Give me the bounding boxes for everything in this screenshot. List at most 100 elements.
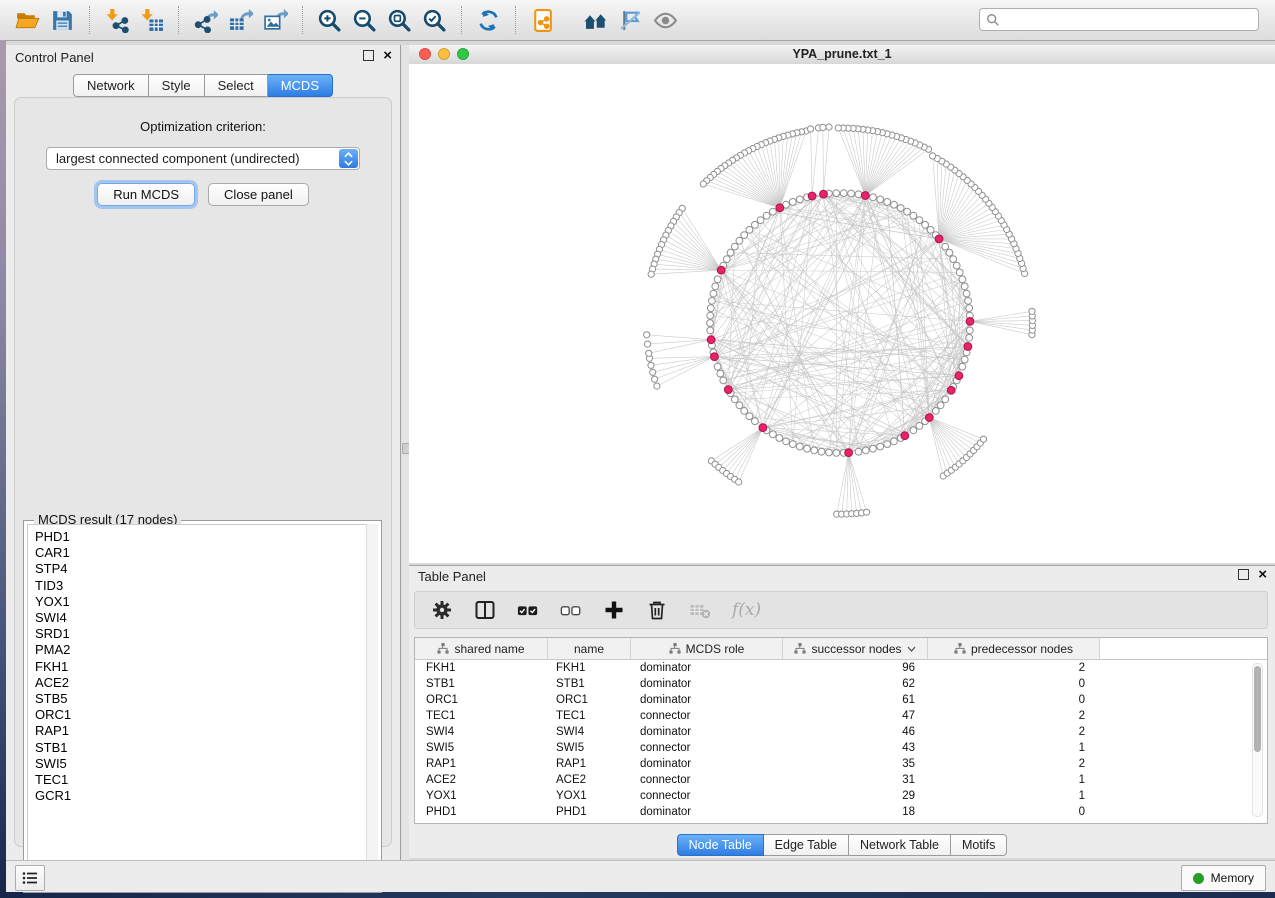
table-cell[interactable]: PHD1 [415, 806, 548, 818]
table-cell[interactable]: STB1 [415, 678, 548, 690]
table-cell[interactable]: 0 [928, 678, 1100, 690]
network-node[interactable] [707, 312, 714, 319]
table-cell[interactable]: SWI5 [548, 742, 631, 754]
table-cell[interactable]: 18 [783, 806, 928, 818]
column-header-successor-nodes[interactable]: successor nodes [783, 638, 928, 659]
table-cell[interactable]: 1 [928, 742, 1100, 754]
network-node[interactable] [752, 221, 759, 228]
mcds-hub-node[interactable] [820, 190, 828, 198]
close-panel-button[interactable]: Close panel [208, 183, 309, 206]
network-node[interactable] [877, 196, 884, 203]
network-node[interactable] [746, 413, 753, 420]
window-minimize-icon[interactable] [438, 48, 450, 60]
network-node[interactable] [714, 363, 721, 370]
network-node[interactable] [776, 435, 783, 442]
network-node[interactable] [763, 212, 770, 219]
table-cell[interactable]: 29 [783, 790, 928, 802]
table-cell[interactable]: YOX1 [548, 790, 631, 802]
network-node[interactable] [833, 190, 840, 197]
tab-select[interactable]: Select [205, 74, 268, 97]
network-node[interactable] [862, 447, 869, 454]
network-node[interactable] [723, 256, 730, 263]
network-node[interactable] [980, 436, 986, 442]
network-node[interactable] [709, 297, 716, 304]
network-node[interactable] [942, 396, 949, 403]
network-node[interactable] [864, 509, 870, 515]
tab-mcds[interactable]: MCDS [268, 74, 333, 97]
table-cell[interactable]: FKH1 [415, 662, 548, 674]
mcds-hub-node[interactable] [861, 192, 869, 200]
table-cell[interactable]: 2 [928, 726, 1100, 738]
network-node[interactable] [963, 290, 970, 297]
network-node[interactable] [811, 447, 818, 454]
network-node[interactable] [796, 443, 803, 450]
mcds-hub-node[interactable] [925, 414, 933, 422]
mcds-result-item[interactable]: STP4 [35, 561, 377, 577]
network-node[interactable] [646, 350, 652, 356]
table-cell[interactable]: PHD1 [548, 806, 631, 818]
network-node[interactable] [717, 370, 724, 377]
close-panel-icon[interactable]: × [383, 51, 392, 61]
mcds-hub-node[interactable] [808, 192, 816, 200]
panel-splitter[interactable] [401, 45, 409, 860]
table-row[interactable]: SWI5SWI5connector431 [415, 740, 1267, 756]
network-node[interactable] [950, 256, 957, 263]
network-node[interactable] [741, 408, 748, 415]
table-row[interactable]: PHD1PHD1dominator180 [415, 804, 1267, 820]
mcds-result-item[interactable]: TID3 [35, 578, 377, 594]
network-node[interactable] [897, 205, 904, 212]
network-node[interactable] [833, 450, 840, 457]
select-all-icon[interactable] [517, 599, 539, 621]
network-node[interactable] [848, 190, 855, 197]
search-field[interactable] [979, 8, 1259, 31]
network-node[interactable] [736, 402, 743, 409]
network-node[interactable] [965, 297, 972, 304]
mcds-hub-node[interactable] [717, 266, 725, 274]
memory-button[interactable]: Memory [1181, 865, 1266, 891]
float-panel-icon[interactable] [1238, 569, 1249, 580]
table-row[interactable]: FKH1FKH1dominator962 [415, 660, 1267, 676]
network-node[interactable] [770, 431, 777, 438]
first-neighbors-icon[interactable] [582, 7, 609, 34]
network-node[interactable] [736, 479, 742, 485]
mcds-result-item[interactable]: GCR1 [35, 788, 377, 804]
network-node[interactable] [961, 356, 968, 363]
network-graph[interactable] [409, 64, 1275, 563]
save-session-icon[interactable] [49, 7, 76, 34]
network-node[interactable] [770, 208, 777, 215]
network-node[interactable] [707, 327, 714, 334]
network-node[interactable] [891, 201, 898, 208]
network-node[interactable] [927, 226, 934, 233]
network-node[interactable] [884, 199, 891, 206]
network-node[interactable] [736, 237, 743, 244]
table-cell[interactable]: ORC1 [548, 694, 631, 706]
network-node[interactable] [712, 283, 719, 290]
table-cell[interactable]: TEC1 [548, 710, 631, 722]
mcds-result-item[interactable]: TEC1 [35, 772, 377, 788]
mcds-hub-node[interactable] [935, 235, 943, 243]
network-node[interactable] [826, 449, 833, 456]
table-cell[interactable]: 2 [928, 758, 1100, 770]
mcds-result-item[interactable]: SRD1 [35, 626, 377, 642]
task-history-button[interactable] [15, 865, 45, 891]
network-node[interactable] [820, 124, 826, 130]
network-node[interactable] [720, 377, 727, 384]
mcds-result-item[interactable]: FKH1 [35, 659, 377, 675]
table-cell[interactable]: dominator [631, 694, 783, 706]
mcds-hub-node[interactable] [966, 318, 974, 326]
table-cell[interactable]: 96 [783, 662, 928, 674]
network-node[interactable] [966, 305, 973, 312]
settings-gear-icon[interactable] [431, 599, 453, 621]
table-cell[interactable]: RAP1 [548, 758, 631, 770]
mcds-hub-node[interactable] [845, 449, 853, 457]
network-node[interactable] [904, 208, 911, 215]
tab-style[interactable]: Style [149, 74, 205, 97]
column-header-predecessor-nodes[interactable]: predecessor nodes [928, 638, 1100, 659]
zoom-in-icon[interactable] [316, 7, 343, 34]
table-cell[interactable]: 43 [783, 742, 928, 754]
network-node[interactable] [644, 332, 650, 338]
export-image-icon[interactable] [262, 7, 289, 34]
mcds-hub-node[interactable] [964, 343, 972, 351]
delete-icon[interactable] [646, 599, 668, 621]
table-cell[interactable]: 2 [928, 662, 1100, 674]
